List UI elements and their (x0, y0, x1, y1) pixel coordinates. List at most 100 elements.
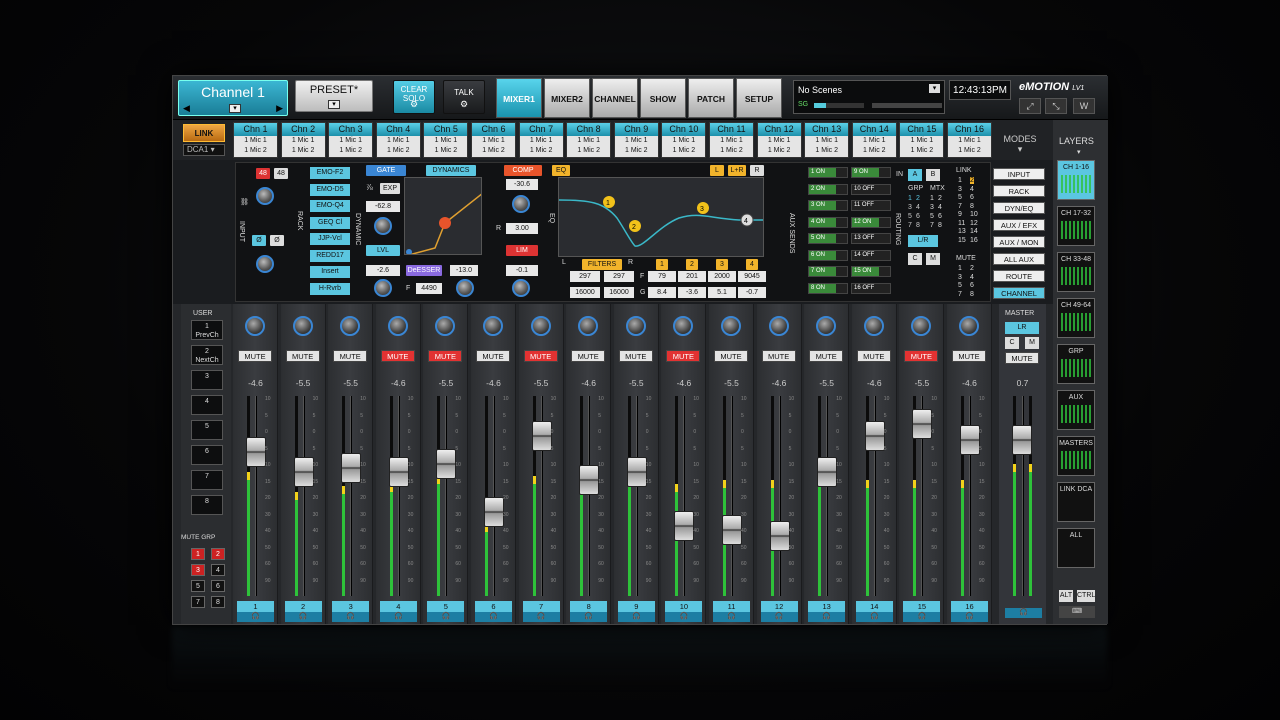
mtx-3[interactable]: 3 (930, 204, 934, 211)
channel-header-3[interactable]: Chn 31 Mic 1 1 Mic 2 (328, 122, 374, 158)
mute-button[interactable]: MUTE (523, 350, 558, 362)
hpf-value[interactable]: 297 (570, 271, 600, 282)
grp-1[interactable]: 1 (908, 195, 912, 202)
pan-knob[interactable] (673, 316, 694, 336)
mtx-5[interactable]: 5 (930, 213, 934, 220)
aux-send-7[interactable]: 7 ON (808, 266, 848, 277)
pan-knob[interactable] (959, 316, 979, 336)
mute-group-6[interactable]: 6 (211, 580, 225, 592)
channel-header-16[interactable]: Chn 16 1 Mic 1 1 Mic 2 (947, 122, 992, 158)
user-button-4[interactable]: 4 (191, 395, 223, 415)
link-chain-icon[interactable]: ⛓ (240, 198, 249, 206)
user-button-1[interactable]: 1 PrevCh (191, 320, 223, 340)
pan-knob[interactable] (483, 316, 503, 336)
eq-band-gain[interactable]: 5.1 (708, 287, 736, 298)
layer-grp[interactable]: GRP (1057, 344, 1095, 384)
mute-grp-5[interactable]: 5 (958, 282, 962, 289)
channel-header-10[interactable]: Chn 10 1 Mic 1 1 Mic 2 (661, 122, 707, 158)
grp-2[interactable]: 2 (916, 195, 920, 202)
deesser-value[interactable]: -13.0 (450, 265, 478, 276)
layer-all[interactable]: ALL (1057, 528, 1095, 568)
link-11[interactable]: 11 (958, 220, 965, 227)
mode-aux-mon[interactable]: AUX / MON (993, 236, 1045, 248)
rack-slot-3[interactable]: EMO-Q4 (310, 200, 350, 212)
tab-mixer1[interactable]: MIXER1 (496, 78, 542, 118)
tab-setup[interactable]: SETUP (736, 78, 782, 118)
mute-button[interactable]: MUTE (618, 350, 653, 362)
preset-box[interactable]: PRESET* ▾ (295, 80, 373, 112)
aux-send-13[interactable]: 13 OFF (851, 233, 891, 244)
mute-button[interactable]: MUTE (666, 350, 701, 362)
layer-link-dca[interactable]: LINK DCA (1057, 482, 1095, 522)
channel-header-13[interactable]: Chn 13 1 Mic 1 1 Mic 2 (804, 122, 850, 158)
eq-band-freq[interactable]: 9045 (738, 271, 766, 282)
lvl-button[interactable]: LVL (366, 245, 400, 256)
link-16[interactable]: 16 (970, 237, 978, 244)
pan-knob[interactable] (816, 316, 837, 336)
aux-send-3[interactable]: 3 ON (808, 200, 848, 211)
aux-send-1[interactable]: 1 ON (808, 167, 848, 178)
input-trim-knob[interactable] (256, 255, 274, 273)
link-13[interactable]: 13 (958, 228, 966, 235)
master-m-button[interactable]: M (1025, 337, 1039, 349)
link-14[interactable]: 14 (970, 228, 978, 235)
comp-threshold[interactable]: -30.6 (506, 179, 538, 190)
lvl-value[interactable]: -2.6 (366, 265, 400, 276)
pan-knob[interactable] (530, 316, 551, 336)
headphone-icon[interactable]: 🎧 (522, 612, 560, 622)
channel-header-11[interactable]: Chn 11 1 Mic 1 1 Mic 2 (709, 122, 754, 158)
mode-rack[interactable]: RACK (993, 185, 1045, 197)
comp-tab[interactable]: COMP (504, 165, 542, 176)
modes-label[interactable]: MODES ▾ (995, 120, 1045, 160)
tab-channel[interactable]: CHANNEL (592, 78, 638, 118)
mute-group-5[interactable]: 5 (191, 580, 205, 592)
alt-key[interactable]: ALT (1059, 590, 1073, 602)
mode-channel[interactable]: CHANNEL (993, 287, 1045, 299)
lr-routing-button[interactable]: L/R (908, 235, 938, 247)
channel-header-9[interactable]: Chn 91 Mic 1 1 Mic 2 (613, 122, 659, 158)
keyboard-icon[interactable]: ⌨ (1059, 606, 1095, 618)
master-mute-button[interactable]: MUTE (1005, 352, 1039, 364)
master-lr-button[interactable]: LR (1005, 322, 1039, 334)
rack-slot-6[interactable]: REDD17 (310, 249, 350, 262)
rack-slot-2[interactable]: EMO-D5 (310, 183, 350, 196)
link-8[interactable]: 8 (970, 203, 974, 210)
mode-route[interactable]: ROUTE (993, 270, 1045, 282)
phantom-48-a[interactable]: 48 (256, 168, 270, 179)
aux-send-14[interactable]: 14 OFF (851, 249, 891, 261)
dynamics-tab[interactable]: DYNAMICS (426, 165, 476, 176)
scenes-panel[interactable]: No Scenes ▾ SG (793, 80, 945, 114)
mute-grp-8[interactable]: 8 (970, 291, 974, 298)
headphone-icon[interactable]: 🎧 (475, 612, 512, 622)
grp-7[interactable]: 7 (908, 222, 912, 229)
channel-name-box[interactable]: Channel 1 ◀ ▾ ▶ (178, 80, 288, 116)
mute-grp-7[interactable]: 7 (958, 291, 962, 298)
eq-band-freq[interactable]: 2000 (708, 271, 736, 282)
mode-all-aux[interactable]: ALL AUX (993, 253, 1045, 265)
aux-send-8[interactable]: 8 ON (808, 282, 848, 294)
link-4[interactable]: 4 (970, 186, 974, 193)
mute-button[interactable]: MUTE (380, 350, 415, 362)
channel-header-8[interactable]: Chn 81 Mic 1 1 Mic 2 (566, 122, 612, 158)
aux-send-11[interactable]: 11 OFF (851, 200, 891, 211)
mute-button[interactable]: MUTE (809, 350, 844, 362)
aux-send-15[interactable]: 15 ON (851, 266, 891, 277)
eq-band-freq[interactable]: 201 (678, 271, 706, 282)
mute-grp-4[interactable]: 4 (970, 274, 974, 281)
gate-tab[interactable]: GATE (366, 165, 406, 176)
lvl-knob[interactable] (374, 279, 392, 297)
comp-threshold-knob[interactable] (512, 195, 530, 213)
headphone-icon[interactable]: 🎧 (951, 612, 988, 622)
pan-knob[interactable] (340, 316, 361, 336)
layer-aux[interactable]: AUX (1057, 390, 1095, 430)
layer-ch-1-16[interactable]: CH 1-16 (1057, 160, 1095, 200)
gain-knob[interactable] (256, 187, 274, 205)
deesser-freq[interactable]: 4490 (416, 283, 442, 294)
ctrl-key[interactable]: CTRL (1077, 590, 1095, 602)
layer-ch-33-48[interactable]: CH 33-48 (1057, 252, 1095, 292)
eq-r-button[interactable]: R (750, 165, 764, 176)
aux-send-5[interactable]: 5 ON (808, 233, 848, 244)
next-arrow-icon[interactable]: ▶ (276, 103, 283, 114)
limiter-value[interactable]: -0.1 (506, 265, 538, 276)
pan-knob[interactable] (292, 316, 313, 336)
